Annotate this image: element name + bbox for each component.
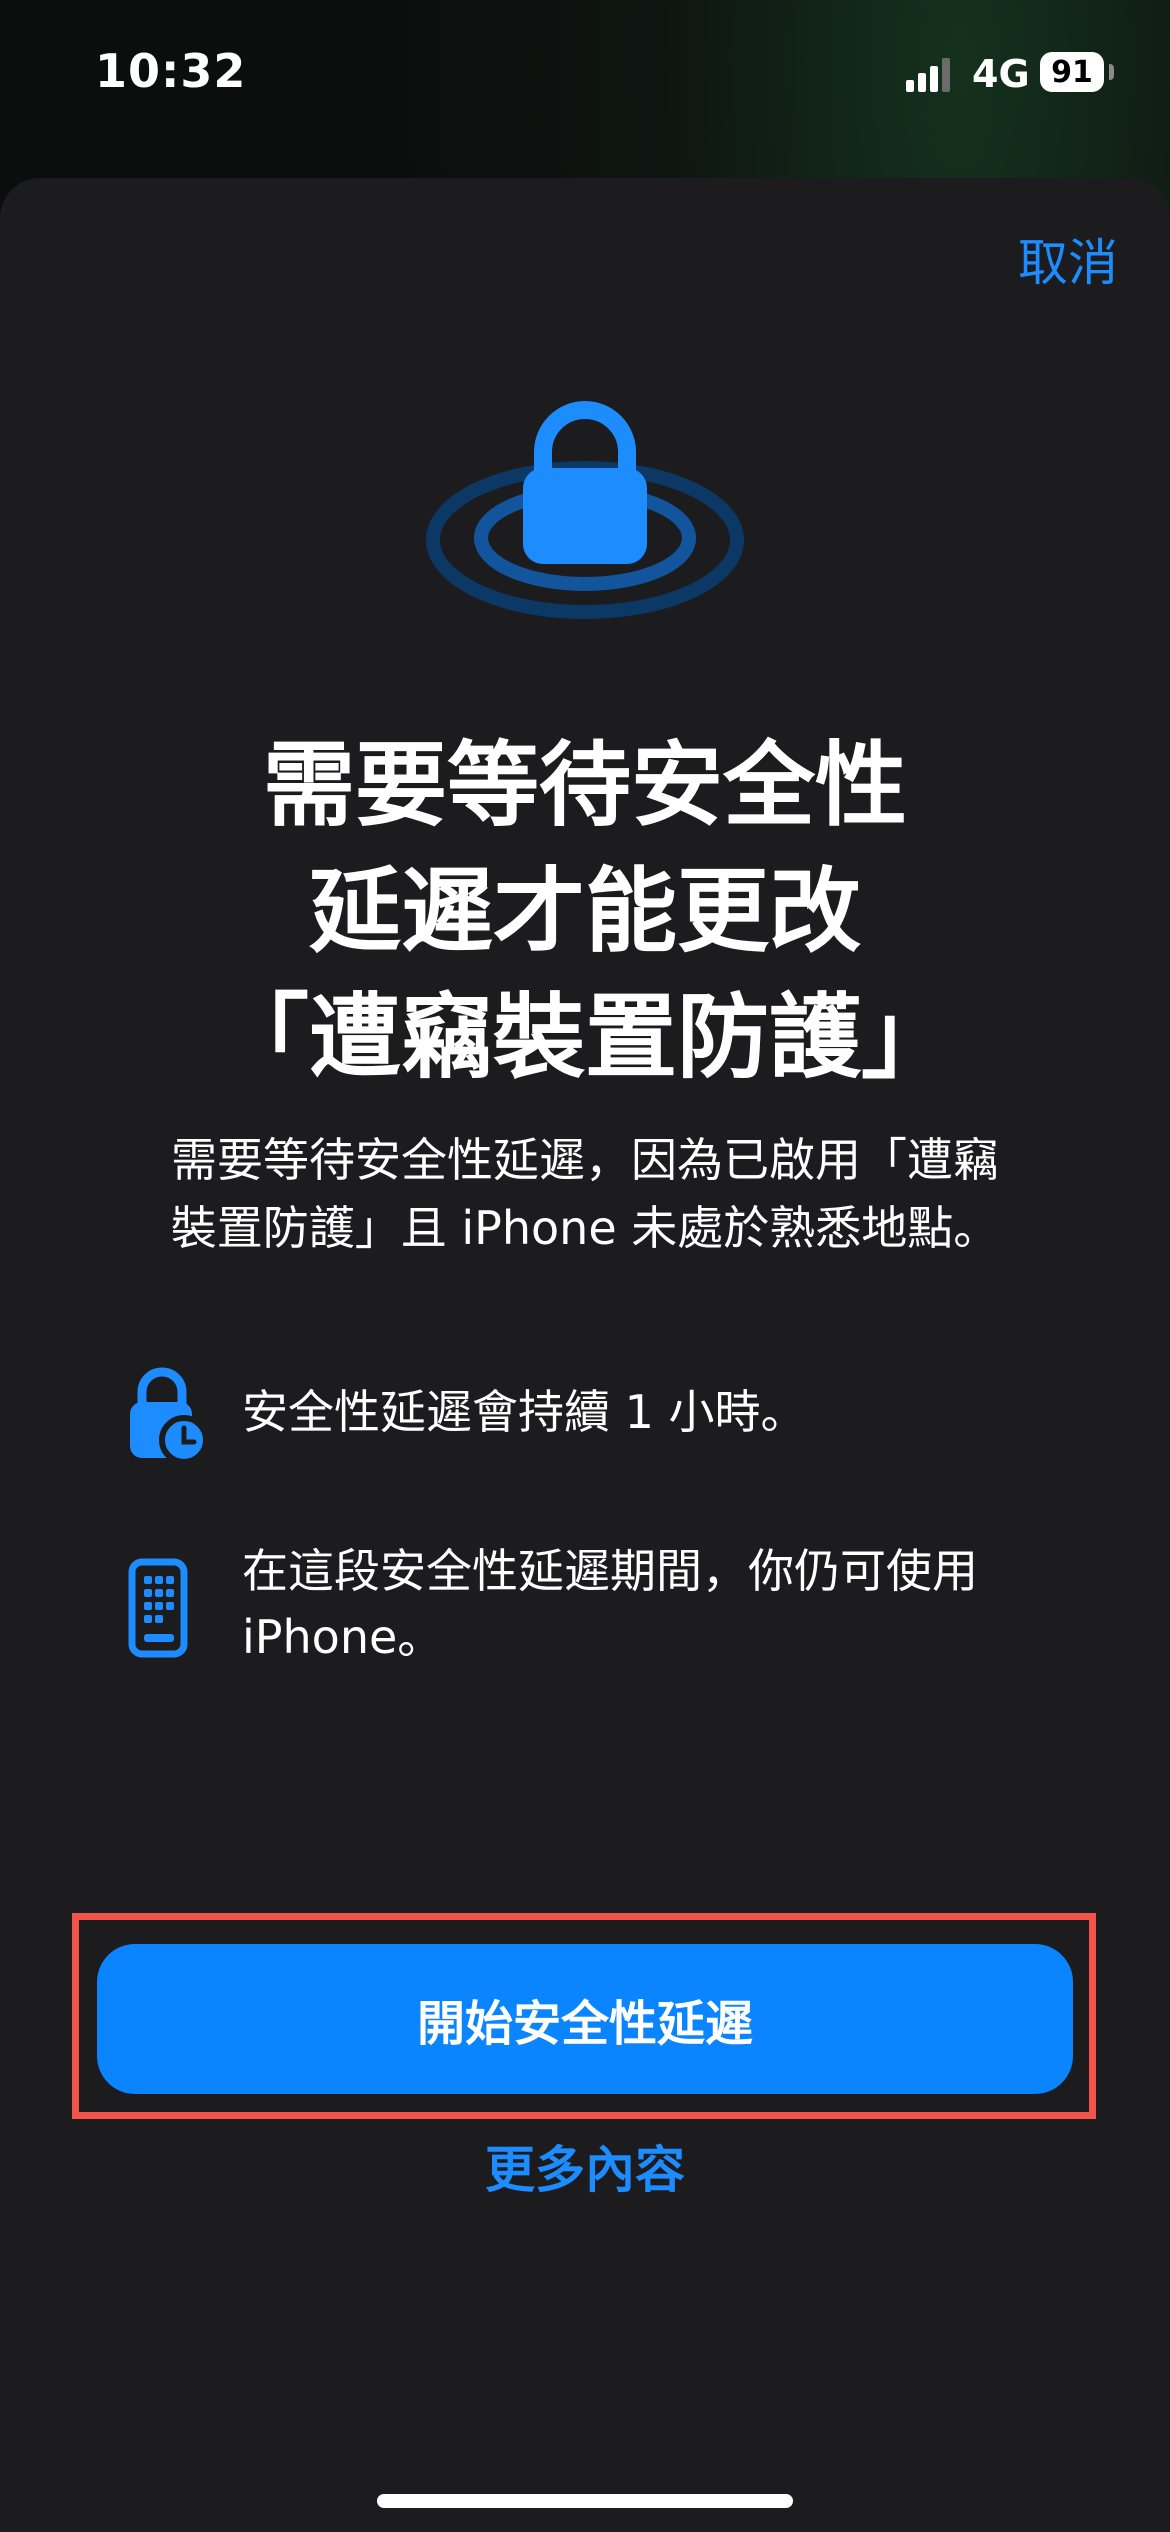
highlight-annotation-box	[72, 1913, 1096, 2119]
page-title: 需要等待安全性 延遲才能更改 「遭竊裝置防護」	[0, 723, 1170, 1101]
description-line: 裝置防護」且 iPhone 未處於熟悉地點。	[170, 1201, 1000, 1255]
title-line: 需要等待安全性	[262, 732, 907, 839]
info-line: iPhone。	[242, 1610, 444, 1664]
info-item-usage: 在這段安全性延遲期間，你仍可使用 iPhone。	[0, 1538, 1170, 1688]
home-indicator[interactable]	[377, 2494, 793, 2508]
title-line: 「遭竊裝置防護」	[216, 984, 953, 1091]
info-item-duration: 安全性延遲會持續 1 小時。	[0, 1366, 1170, 1466]
lock-clock-icon	[130, 1367, 206, 1465]
description-line: 需要等待安全性延遲，因為已啟用「遭竊	[171, 1133, 999, 1187]
battery-tip	[1109, 64, 1114, 80]
network-type: 4G	[972, 52, 1030, 96]
battery-icon: 91	[1040, 52, 1104, 92]
learn-more-link[interactable]: 更多內容	[0, 2130, 1170, 2202]
info-text: 在這段安全性延遲期間，你仍可使用 iPhone。	[242, 1538, 978, 1670]
lock-ripple-icon	[426, 401, 744, 619]
battery-level: 91	[1051, 54, 1093, 90]
info-line: 安全性延遲會持續 1 小時。	[242, 1385, 807, 1439]
info-text: 安全性延遲會持續 1 小時。	[242, 1379, 807, 1445]
status-time: 10:32	[95, 44, 247, 98]
iphone-icon	[128, 1558, 188, 1658]
info-line: 在這段安全性延遲期間，你仍可使用	[242, 1544, 978, 1598]
title-line: 延遲才能更改	[308, 858, 861, 965]
status-bar: 10:32 4G 91	[0, 0, 1170, 150]
screen: 10:32 4G 91 取消 需要等待安全性 延遲才能更改 「遭竊裝置防護」 需…	[0, 0, 1170, 2532]
cancel-button[interactable]: 取消	[1018, 223, 1118, 295]
description: 需要等待安全性延遲，因為已啟用「遭竊 裝置防護」且 iPhone 未處於熟悉地點…	[110, 1126, 1060, 1262]
cellular-signal-icon	[906, 58, 956, 92]
